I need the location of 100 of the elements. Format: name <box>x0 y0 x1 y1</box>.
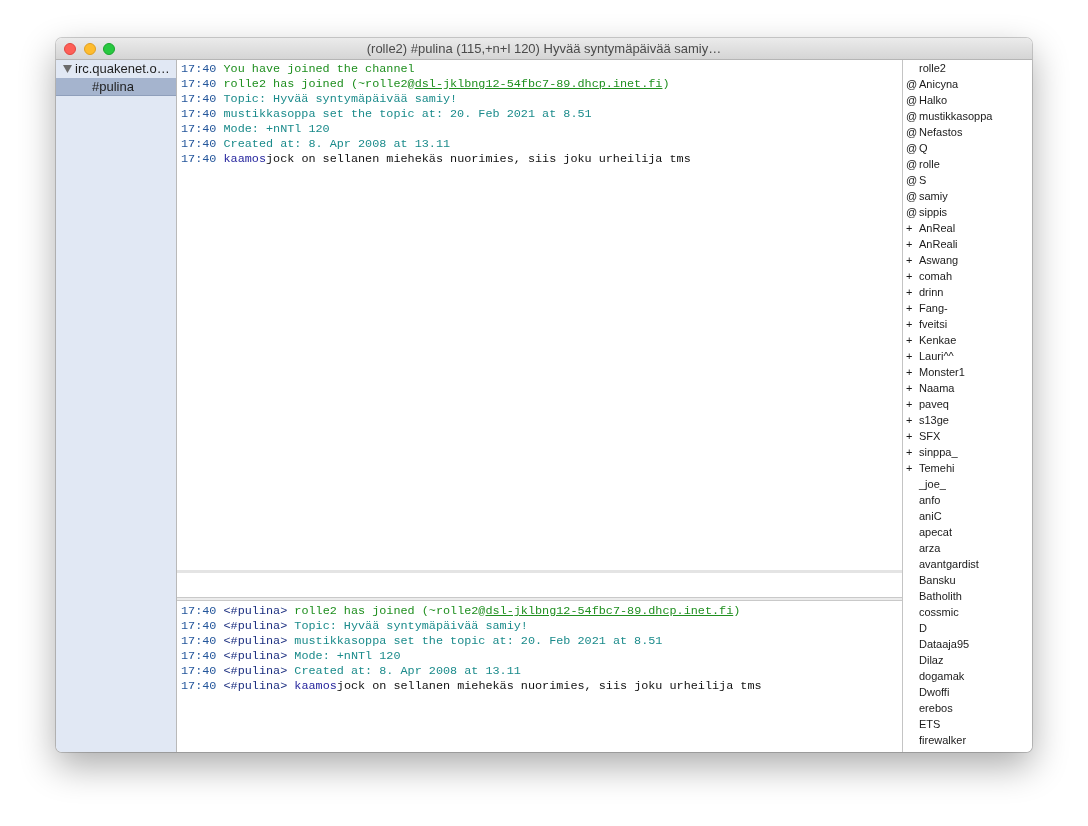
timestamp: 17:40 <box>181 679 217 693</box>
event-text: mustikkasoppa set the topic at: 20. Feb 2021 at 8.51 <box>294 634 663 648</box>
nick-name[interactable]: kaamos <box>294 679 337 693</box>
nick-list-name[interactable]: mustikkasoppa <box>919 108 993 124</box>
nick-list-name[interactable]: apecat <box>919 524 953 540</box>
timestamp: 17:40 <box>181 107 217 121</box>
nick-list-name[interactable]: cossmic <box>919 604 959 620</box>
nick-mode-prefix: @ <box>906 157 919 172</box>
nick-list-name[interactable]: D <box>919 620 927 636</box>
sidebar-item[interactable]: #pulina <box>56 78 176 96</box>
nick-mode-prefix: + <box>906 317 914 332</box>
nick-list-name[interactable]: firewalker <box>919 732 967 748</box>
channel-tag: <#pulina> <box>223 619 288 633</box>
minimize-button[interactable] <box>83 42 96 55</box>
nick-list-name[interactable]: AnReali <box>919 236 958 252</box>
nick-list-name[interactable]: anfo <box>919 492 941 508</box>
event-text: Created at: 8. Apr 2008 at 13.11 <box>223 137 451 151</box>
nick-list-name[interactable]: Temehi <box>919 460 955 476</box>
timestamp: 17:40 <box>181 137 217 151</box>
timestamp: 17:40 <box>181 634 217 648</box>
nick-list-name[interactable]: s13ge <box>919 412 949 428</box>
nick-list-name[interactable]: Anicyna <box>919 76 959 92</box>
nick-mode-prefix: @ <box>906 109 919 124</box>
close-button[interactable] <box>64 42 76 55</box>
nick-list-name[interactable]: Dilaz <box>919 652 944 668</box>
nick-mode-prefix: + <box>906 365 914 380</box>
nick-list-name[interactable]: erebos <box>919 700 953 716</box>
nick-list-name[interactable]: drinn <box>919 284 944 300</box>
message-text: jock on sellanen miehekäs nuorimies, siis joku urheilija tms <box>266 152 691 166</box>
nick-mode-prefix: @ <box>906 93 919 108</box>
nick-list-name[interactable]: fveitsi <box>919 316 948 332</box>
timestamp: 17:40 <box>181 649 217 663</box>
nick-list-name[interactable]: Fang- <box>919 300 948 316</box>
nick-mode-prefix: + <box>906 333 914 348</box>
nick-list-name[interactable]: _joe_ <box>919 476 946 492</box>
hostname-link[interactable]: dsl-jklbng12-54fbc7-89.dhcp.inet.fi <box>414 77 663 91</box>
nick-mode-prefix: + <box>906 253 914 268</box>
disclosure-triangle-icon[interactable] <box>63 65 72 73</box>
nick-mode-prefix: @ <box>906 205 919 220</box>
nick-list-name[interactable]: arza <box>919 540 941 556</box>
nick-list-name[interactable]: Dataaja95 <box>919 636 970 652</box>
event-text: mustikkasoppa set the topic at: 20. Feb 2021 at 8.51 <box>223 107 592 121</box>
timestamp: 17:40 <box>181 62 217 76</box>
nick-mode-prefix: + <box>906 413 914 428</box>
timestamp: 17:40 <box>181 604 217 618</box>
timestamp: 17:40 <box>181 152 217 166</box>
event-text: Topic: Hyvää syntymäpäivää samiy! <box>294 619 528 633</box>
nick-list-name[interactable]: Batholith <box>919 588 962 604</box>
timestamp: 17:40 <box>181 77 217 91</box>
nick-list-name[interactable]: samiy <box>919 188 948 204</box>
nick-mode-prefix: + <box>906 445 914 460</box>
nick-list-name[interactable]: Lauri^^ <box>919 348 954 364</box>
event-text: Mode: +nNTl 120 <box>223 122 330 136</box>
nick-name[interactable]: kaamos <box>223 152 266 166</box>
zoom-button[interactable] <box>103 42 115 55</box>
nick-mode-prefix: + <box>906 381 914 396</box>
event-text: Created at: 8. Apr 2008 at 13.11 <box>294 664 521 678</box>
channel-tag: <#pulina> <box>223 604 288 618</box>
nick-mode-prefix: @ <box>906 189 919 204</box>
nick-list-name[interactable]: Monster1 <box>919 364 965 380</box>
window-title: (rolle2) #pulina (115,+n+l 120) Hyvää syntymäpäivää samiy… <box>366 39 722 58</box>
nick-list-name[interactable]: avantgardist <box>919 556 979 572</box>
nick-list-name[interactable]: aniC <box>919 508 942 524</box>
nick-mode-prefix: + <box>906 237 914 252</box>
hostname-link[interactable]: dsl-jklbng12-54fbc7-89.dhcp.inet.fi <box>485 604 734 618</box>
nick-mode-prefix: @ <box>906 173 919 188</box>
nick-list-name[interactable]: rolle <box>919 156 940 172</box>
channel-tag: <#pulina> <box>223 664 288 678</box>
nick-list-name[interactable]: Nefastos <box>919 124 963 140</box>
nick-list-name[interactable]: SFX <box>919 428 941 444</box>
event-text: You have joined the channel <box>223 62 415 76</box>
nick-mode-prefix: @ <box>906 141 919 156</box>
nick-list-name[interactable]: rolle2 <box>919 60 946 76</box>
event-text: Mode: +nNTl 120 <box>294 649 401 663</box>
message-text: jock on sellanen miehekäs nuorimies, siis joku urheilija tms <box>336 679 762 693</box>
nick-list-name[interactable]: Naama <box>919 380 955 396</box>
nick-list-name[interactable]: dogamak <box>919 668 965 684</box>
nick-list-name[interactable]: paveq <box>919 396 949 412</box>
nick-list-name[interactable]: comah <box>919 268 953 284</box>
nick-mode-prefix: + <box>906 349 914 364</box>
nick-mode-prefix: @ <box>906 77 919 92</box>
timestamp: 17:40 <box>181 122 217 136</box>
nick-mode-prefix: + <box>906 269 914 284</box>
nick-mode-prefix: + <box>906 429 914 444</box>
nick-list-name[interactable]: Bansku <box>919 572 956 588</box>
nick-list-name[interactable]: Aswang <box>919 252 959 268</box>
nick-mode-prefix: + <box>906 397 914 412</box>
nick-list-name[interactable]: Kenkae <box>919 332 957 348</box>
nick-mode-prefix: + <box>906 221 914 236</box>
nick-list-name[interactable]: Dwoffi <box>919 684 950 700</box>
nick-list-name[interactable]: sinppa_ <box>919 444 958 460</box>
sidebar-item[interactable]: irc.quakenet.o… <box>56 60 176 78</box>
nick-list-name[interactable]: AnReal <box>919 220 956 236</box>
nick-list-name[interactable]: Q <box>919 140 928 156</box>
nick-list-name[interactable]: S <box>919 172 927 188</box>
nick-list-name[interactable]: ETS <box>919 716 941 732</box>
nick-list-name[interactable]: Halko <box>919 92 948 108</box>
nick-list-name[interactable]: sippis <box>919 204 948 220</box>
nick-mode-prefix: @ <box>906 125 919 140</box>
timestamp: 17:40 <box>181 92 217 106</box>
